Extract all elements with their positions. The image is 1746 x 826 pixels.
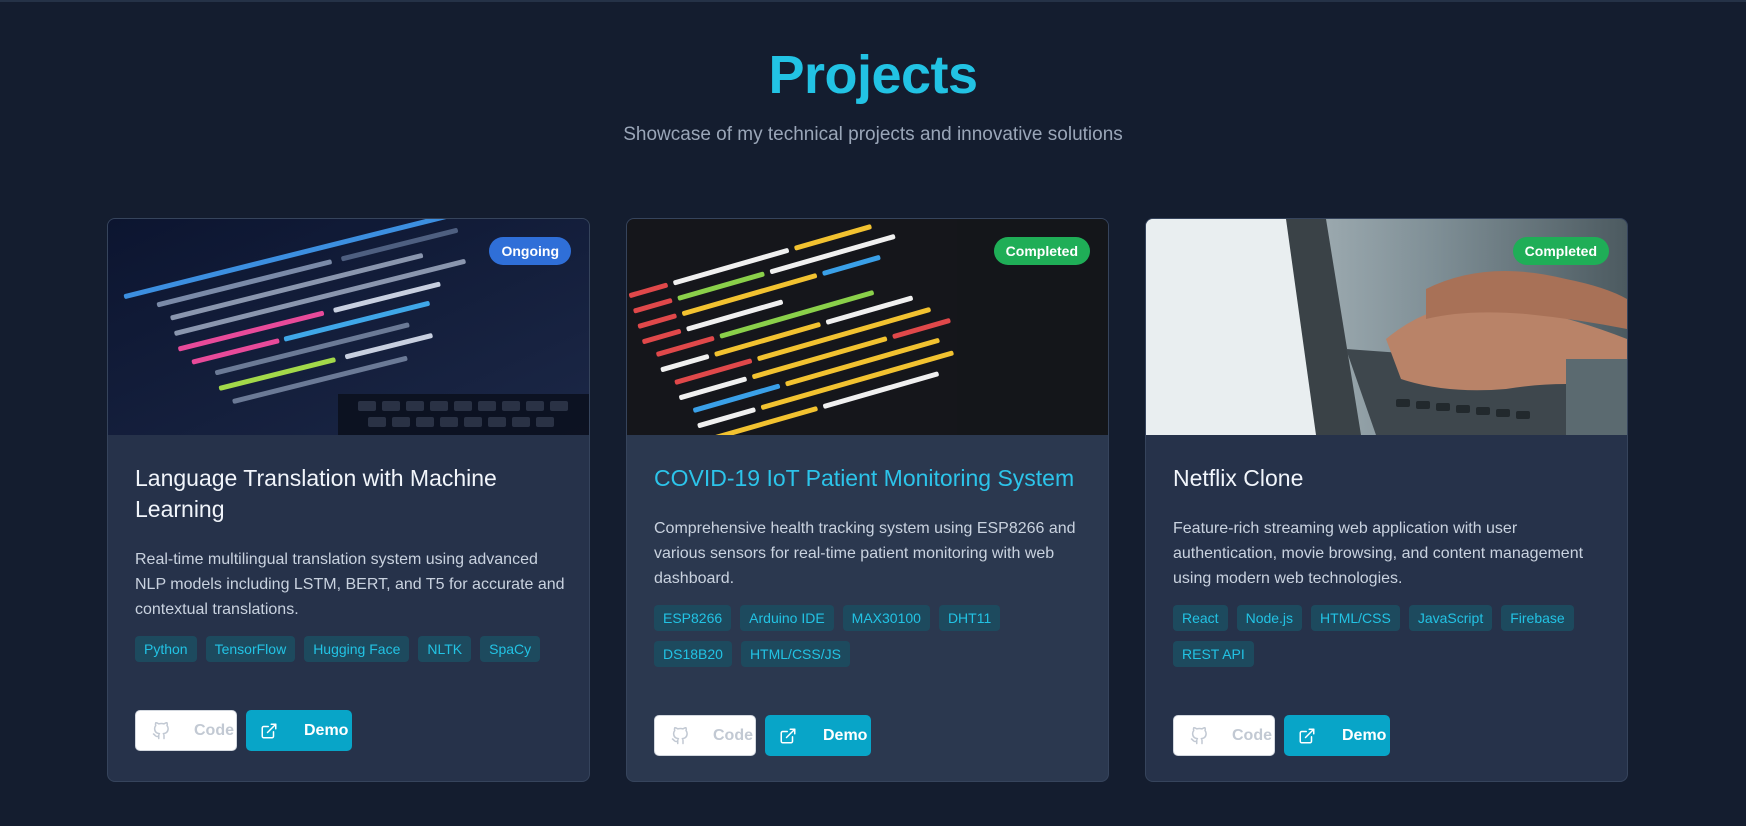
tech-tag: DS18B20: [654, 641, 732, 667]
github-icon: [1190, 726, 1208, 745]
section-title: Projects: [768, 45, 978, 105]
tech-tag: React: [1173, 605, 1228, 631]
project-image-code-editor: Ongoing: [108, 219, 589, 435]
card-body: Netflix Clone Feature-rich streaming web…: [1173, 463, 1603, 677]
tech-tag: Hugging Face: [304, 636, 410, 662]
tech-tag: Arduino IDE: [740, 605, 834, 631]
code-button-label: Code: [1232, 726, 1272, 744]
card-body: Language Translation with Machine Learni…: [135, 463, 565, 672]
demo-button[interactable]: Demo: [765, 715, 871, 756]
project-grid: Ongoing Language Translation with Machin…: [107, 218, 1628, 782]
project-card-netflix-clone: Completed Netflix Clone Feature-rich str…: [1145, 218, 1628, 782]
tech-tag: ESP8266: [654, 605, 732, 631]
tech-tag: JavaScript: [1408, 605, 1493, 631]
code-button[interactable]: Code: [654, 715, 756, 756]
tech-tags: Python TensorFlow Hugging Face NLTK SpaC…: [135, 636, 565, 672]
section-subtitle: Showcase of my technical projects and in…: [623, 124, 1123, 145]
status-badge: Ongoing: [489, 237, 571, 265]
external-link-icon: [260, 722, 278, 740]
tech-tag: REST API: [1173, 641, 1254, 667]
demo-button-label: Demo: [1342, 726, 1387, 744]
demo-button-label: Demo: [823, 726, 868, 744]
tech-tags: React Node.js HTML/CSS JavaScript Fireba…: [1173, 605, 1603, 677]
project-description: Real-time multilingual translation syste…: [135, 551, 565, 618]
tech-tag: Node.js: [1236, 605, 1303, 631]
tech-tag: NLTK: [418, 636, 472, 662]
project-description: Feature-rich streaming web application w…: [1173, 520, 1584, 587]
top-divider: [0, 0, 1746, 2]
project-card-covid-iot: Completed COVID-19 IoT Patient Monitorin…: [626, 218, 1109, 782]
tech-tag: Firebase: [1501, 605, 1574, 631]
card-actions: Code Demo: [654, 715, 871, 756]
status-badge: Completed: [1512, 237, 1609, 265]
tech-tag: DHT11: [938, 605, 1001, 631]
tech-tag: HTML/CSS: [1311, 605, 1400, 631]
tech-tags: ESP8266 Arduino IDE MAX30100 DHT11 DS18B…: [654, 605, 1084, 677]
code-button-label: Code: [713, 726, 753, 744]
demo-button[interactable]: Demo: [246, 710, 352, 751]
project-title: COVID-19 IoT Patient Monitoring System: [654, 465, 1075, 491]
demo-button[interactable]: Demo: [1284, 715, 1390, 756]
project-card-language-translation: Ongoing Language Translation with Machin…: [107, 218, 590, 782]
external-link-icon: [779, 727, 797, 745]
status-badge: Completed: [993, 237, 1090, 265]
project-image-source-code: Completed: [627, 219, 1108, 435]
card-actions: Code Demo: [135, 710, 352, 751]
github-icon: [671, 726, 689, 745]
tech-tag: SpaCy: [480, 636, 541, 662]
project-description: Comprehensive health tracking system usi…: [654, 520, 1076, 587]
external-link-icon: [1298, 727, 1316, 745]
tech-tag: HTML/CSS/JS: [740, 641, 850, 667]
tech-tag: Python: [135, 636, 197, 662]
project-image-laptop-typing: Completed: [1146, 219, 1627, 435]
card-actions: Code Demo: [1173, 715, 1390, 756]
code-button[interactable]: Code: [135, 710, 237, 751]
project-title: Language Translation with Machine Learni…: [135, 465, 497, 522]
code-button[interactable]: Code: [1173, 715, 1275, 756]
code-button-label: Code: [194, 721, 234, 739]
project-title: Netflix Clone: [1173, 465, 1304, 491]
tech-tag: TensorFlow: [205, 636, 296, 662]
tech-tag: MAX30100: [842, 605, 930, 631]
demo-button-label: Demo: [304, 721, 349, 739]
card-body: COVID-19 IoT Patient Monitoring System C…: [654, 463, 1084, 677]
github-icon: [152, 721, 170, 740]
section-header: Projects Showcase of my technical projec…: [0, 40, 1746, 146]
